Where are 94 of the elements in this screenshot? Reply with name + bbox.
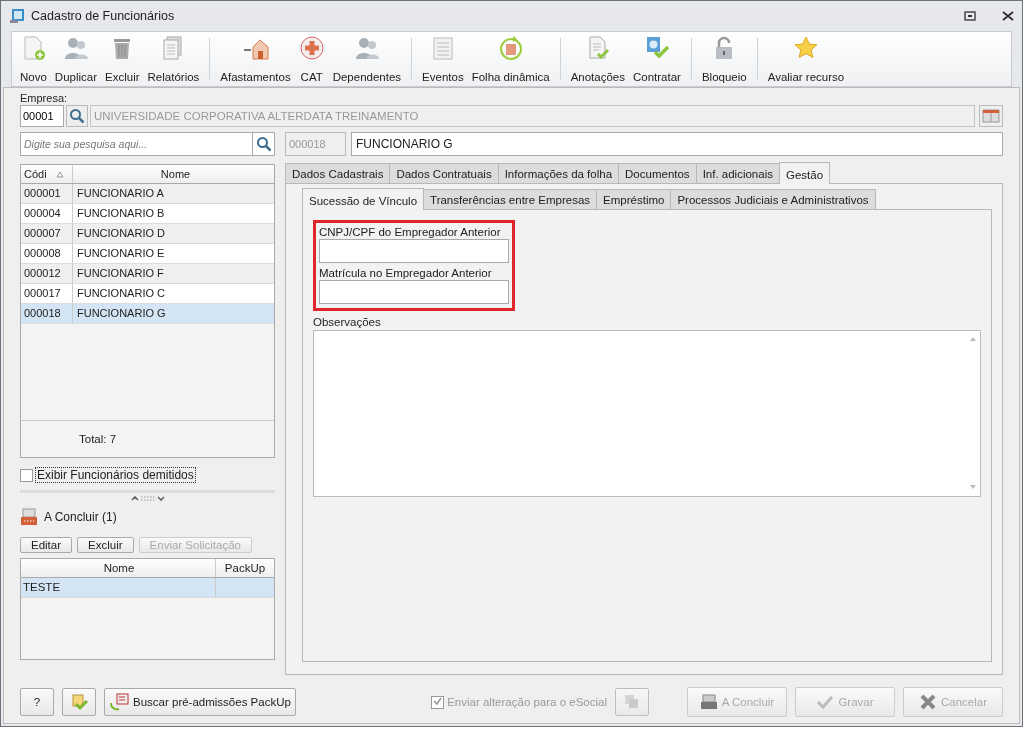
action-button[interactable]: Excluir	[77, 537, 134, 553]
checkbox-label: Enviar alteração para o eSocial	[447, 696, 607, 708]
sort-icon	[55, 171, 64, 178]
company-name-field: UNIVERSIDADE CORPORATIVA ALTERDATA TREINAMENTO	[90, 105, 975, 127]
toolbar-button[interactable]: Folha dinâmica	[467, 34, 554, 84]
tab[interactable]: Documentos	[618, 163, 697, 183]
register-icon	[699, 694, 718, 710]
copy-button[interactable]	[615, 688, 649, 716]
company-label: Empresa:	[20, 92, 69, 104]
packup-button[interactable]: Buscar pré-admissões PackUp	[104, 688, 296, 716]
input-field[interactable]	[319, 280, 509, 304]
column-header[interactable]: Nome	[73, 165, 274, 183]
code-cell: 000012	[21, 264, 73, 283]
refresh-document-icon	[109, 693, 129, 711]
pages-icon	[623, 693, 641, 711]
medical-cross-icon	[298, 35, 325, 61]
toolbar-button[interactable]: Relatórios	[143, 34, 204, 84]
toolbar-button[interactable]: Eventos	[418, 34, 468, 84]
toolbar-button[interactable]: CAT	[294, 34, 329, 84]
confirm-button[interactable]	[62, 688, 96, 716]
name-cell-text: FUNCIONARIO D	[76, 226, 166, 241]
toolbar-button[interactable]: Excluir	[101, 34, 144, 84]
document-check-icon	[70, 693, 88, 711]
employee-row[interactable]: 000008 FUNCIONARIO E	[21, 244, 274, 264]
search-button[interactable]	[66, 105, 88, 127]
calculator-icon	[497, 35, 524, 61]
help-button[interactable]: ?	[20, 688, 54, 716]
people-icon	[353, 35, 380, 61]
code-cell: 000017	[21, 284, 73, 303]
toolbar-button[interactable]: Avaliar recurso	[763, 34, 849, 84]
check-icon	[816, 694, 835, 710]
employee-row[interactable]: 000004 FUNCIONARIO B	[21, 204, 274, 224]
code-cell: 000001	[21, 184, 73, 203]
name-cell-text: FUNCIONARIO G	[76, 306, 167, 321]
toolbar-button[interactable]: Bloqueio	[697, 34, 751, 84]
input-field[interactable]	[319, 239, 509, 263]
tab[interactable]: Sucessão de Vínculo	[302, 188, 425, 210]
action-button[interactable]: Editar	[20, 537, 73, 553]
employee-row[interactable]: 000017 FUNCIONARIO C	[21, 284, 274, 304]
notes-field[interactable]	[313, 330, 981, 497]
checkbox[interactable]	[20, 468, 33, 482]
search-field[interactable]: Digite sua pesquisa aqui...	[20, 132, 253, 156]
app-icon	[9, 8, 25, 24]
name-cell-text: FUNCIONARIO B	[76, 206, 166, 221]
tab[interactable]: Dados Cadastrais	[285, 163, 391, 183]
name-cell-text: FUNCIONARIO E	[76, 246, 166, 261]
code-cell: 000004	[21, 204, 73, 223]
tab[interactable]: Dados Contratuais	[389, 163, 499, 183]
employee-row[interactable]: 000018 FUNCIONARIO G	[21, 304, 274, 324]
name-cell-text: FUNCIONARIO F	[76, 266, 165, 281]
tab[interactable]: Transferências entre Empresas	[423, 189, 598, 209]
employee-code-field: 000018	[285, 132, 346, 156]
code-cell: 000018	[21, 304, 73, 323]
splitter-handle[interactable]	[20, 490, 275, 502]
company-code-field[interactable]: 00001	[20, 105, 64, 127]
column-header[interactable]: Nome	[21, 559, 215, 577]
close-icon[interactable]	[1002, 11, 1014, 21]
name-cell-text: FUNCIONARIO C	[76, 286, 166, 301]
pending-row[interactable]: TESTE	[21, 578, 274, 598]
toolbar-button[interactable]: Anotações	[566, 34, 629, 84]
star-icon	[792, 35, 819, 61]
field-label: CNPJ/CPF do Empregador Anterior	[319, 226, 502, 238]
total-count: Total: 7	[79, 433, 117, 445]
field-label: Observações	[313, 316, 382, 328]
toolbar-button[interactable]: Contratar	[629, 34, 685, 84]
code-cell: 000008	[21, 244, 73, 263]
register-icon	[20, 508, 38, 526]
tab[interactable]: Inf. adicionais	[695, 163, 780, 183]
toolbar-button[interactable]: Afastamentos	[216, 34, 295, 84]
employee-row[interactable]: 000012 FUNCIONARIO F	[21, 264, 274, 284]
search-button[interactable]	[253, 132, 275, 156]
code-cell: 000007	[21, 224, 73, 243]
employee-row[interactable]: 000007 FUNCIONARIO D	[21, 224, 274, 244]
field-label: Matrícula no Empregador Anterior	[319, 267, 493, 279]
restore-icon[interactable]	[964, 11, 976, 21]
toolbar-button[interactable]: Dependentes	[328, 34, 406, 84]
tab[interactable]: Informações da folha	[497, 163, 620, 183]
employee-name-field[interactable]: FUNCIONARIO G	[351, 132, 1003, 156]
panel-toggle-button[interactable]	[979, 105, 1003, 127]
checkbox-label: Exibir Funcionários demitidos	[35, 467, 196, 483]
toolbar-button[interactable]: Novo	[16, 34, 51, 84]
employee-row[interactable]: 000001 FUNCIONARIO A	[21, 184, 274, 204]
tab[interactable]: Processos Judiciais e Administrativos	[670, 189, 876, 209]
toolbar-button[interactable]: Duplicar	[50, 34, 102, 84]
tab[interactable]: Empréstimo	[596, 189, 672, 209]
pending-title: A Concluir (1)	[44, 510, 117, 524]
column-header[interactable]: PackUp	[215, 559, 274, 577]
cancel-icon	[919, 694, 937, 710]
people-icon	[62, 35, 89, 61]
column-header[interactable]: Códi	[21, 165, 73, 183]
name-cell-text: FUNCIONARIO A	[76, 186, 165, 201]
tab[interactable]: Gestão	[778, 162, 831, 184]
window-title: Cadastro de Funcionários	[31, 9, 175, 23]
name-cell-text: TESTE	[22, 580, 62, 595]
